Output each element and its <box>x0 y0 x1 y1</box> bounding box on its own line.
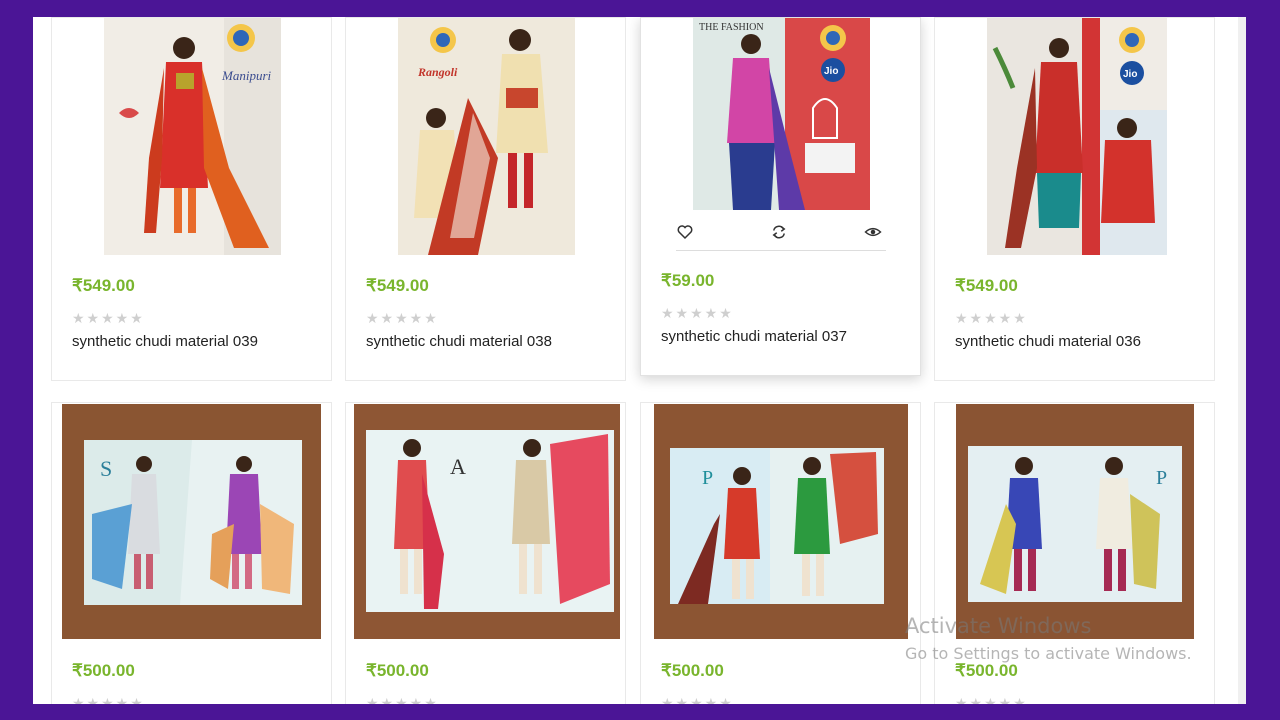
catalog-letter: S <box>100 456 112 481</box>
product-card[interactable]: THE FASHION Jio ₹59.00 ★★★★★ synthetic c… <box>640 17 921 376</box>
product-image[interactable]: THE FASHION Jio <box>693 18 870 210</box>
product-title[interactable]: synthetic chudi material 036 <box>955 333 1141 350</box>
compare-button[interactable] <box>770 223 790 243</box>
rating-stars: ★★★★★ <box>366 695 439 704</box>
product-price: ₹549.00 <box>366 276 429 295</box>
product-image[interactable]: S <box>62 404 321 639</box>
product-card[interactable]: S ₹500.00 ★★★★★ <box>51 402 332 704</box>
catalog-letter: P <box>1156 467 1167 489</box>
watermark-subtitle: Go to Settings to activate Windows. <box>905 644 1192 663</box>
watermark-title: Activate Windows <box>905 614 1092 638</box>
product-image[interactable]: P <box>956 404 1194 639</box>
product-title[interactable]: synthetic chudi material 038 <box>366 333 552 350</box>
product-title[interactable]: synthetic chudi material 039 <box>72 333 258 350</box>
rating-stars: ★★★★★ <box>72 695 145 704</box>
page-scrollbar[interactable] <box>1238 17 1246 704</box>
rating-stars: ★★★★★ <box>72 310 145 326</box>
rating-stars: ★★★★★ <box>955 310 1028 326</box>
product-title[interactable]: synthetic chudi material 037 <box>661 328 847 345</box>
product-card[interactable]: Manipuri ₹549.00 ★★★★★ synthetic chudi m… <box>51 17 332 381</box>
heart-icon <box>676 225 694 245</box>
badge-text: Jio <box>824 66 838 77</box>
product-card[interactable]: A ₹500.00 ★★★★★ <box>345 402 626 704</box>
brand-logo-text: Rangoli <box>417 65 458 79</box>
windows-activation-watermark: Activate Windows Go to Settings to activ… <box>905 614 1192 663</box>
product-card[interactable]: Jio ₹549.00 ★★★★★ synthetic chudi materi… <box>934 17 1215 381</box>
shop-page: Manipuri ₹549.00 ★★★★★ synthetic chudi m… <box>33 17 1246 704</box>
product-price: ₹549.00 <box>955 276 1018 295</box>
badge-text: Jio <box>1123 69 1137 80</box>
product-price: ₹500.00 <box>72 661 135 680</box>
eye-icon <box>864 227 882 245</box>
product-image[interactable]: Manipuri <box>104 18 281 255</box>
product-price: ₹549.00 <box>72 276 135 295</box>
product-price: ₹500.00 <box>661 661 724 680</box>
product-price: ₹500.00 <box>955 661 1018 680</box>
product-image[interactable]: P <box>654 404 908 639</box>
brand-logo-text: THE FASHION <box>699 22 764 33</box>
product-price: ₹59.00 <box>661 271 715 290</box>
product-price: ₹500.00 <box>366 661 429 680</box>
product-image[interactable]: Jio <box>987 18 1167 255</box>
catalog-letter: P <box>702 467 713 489</box>
quick-view-button[interactable] <box>864 223 884 243</box>
rating-stars: ★★★★★ <box>955 695 1028 704</box>
product-card[interactable]: Rangoli ₹549.00 ★★★★★ synthetic chudi ma… <box>345 17 626 381</box>
product-hover-actions <box>676 223 886 251</box>
brand-logo-text: Manipuri <box>221 68 272 83</box>
product-image[interactable]: Rangoli <box>398 18 575 255</box>
wishlist-button[interactable] <box>676 223 696 243</box>
rating-stars: ★★★★★ <box>366 310 439 326</box>
product-image[interactable]: A <box>354 404 620 639</box>
rating-stars: ★★★★★ <box>661 695 734 704</box>
refresh-icon <box>770 225 788 245</box>
catalog-letter: A <box>450 454 466 479</box>
product-card[interactable]: P ₹500.00 ★★★★★ <box>640 402 921 704</box>
rating-stars: ★★★★★ <box>661 305 734 321</box>
